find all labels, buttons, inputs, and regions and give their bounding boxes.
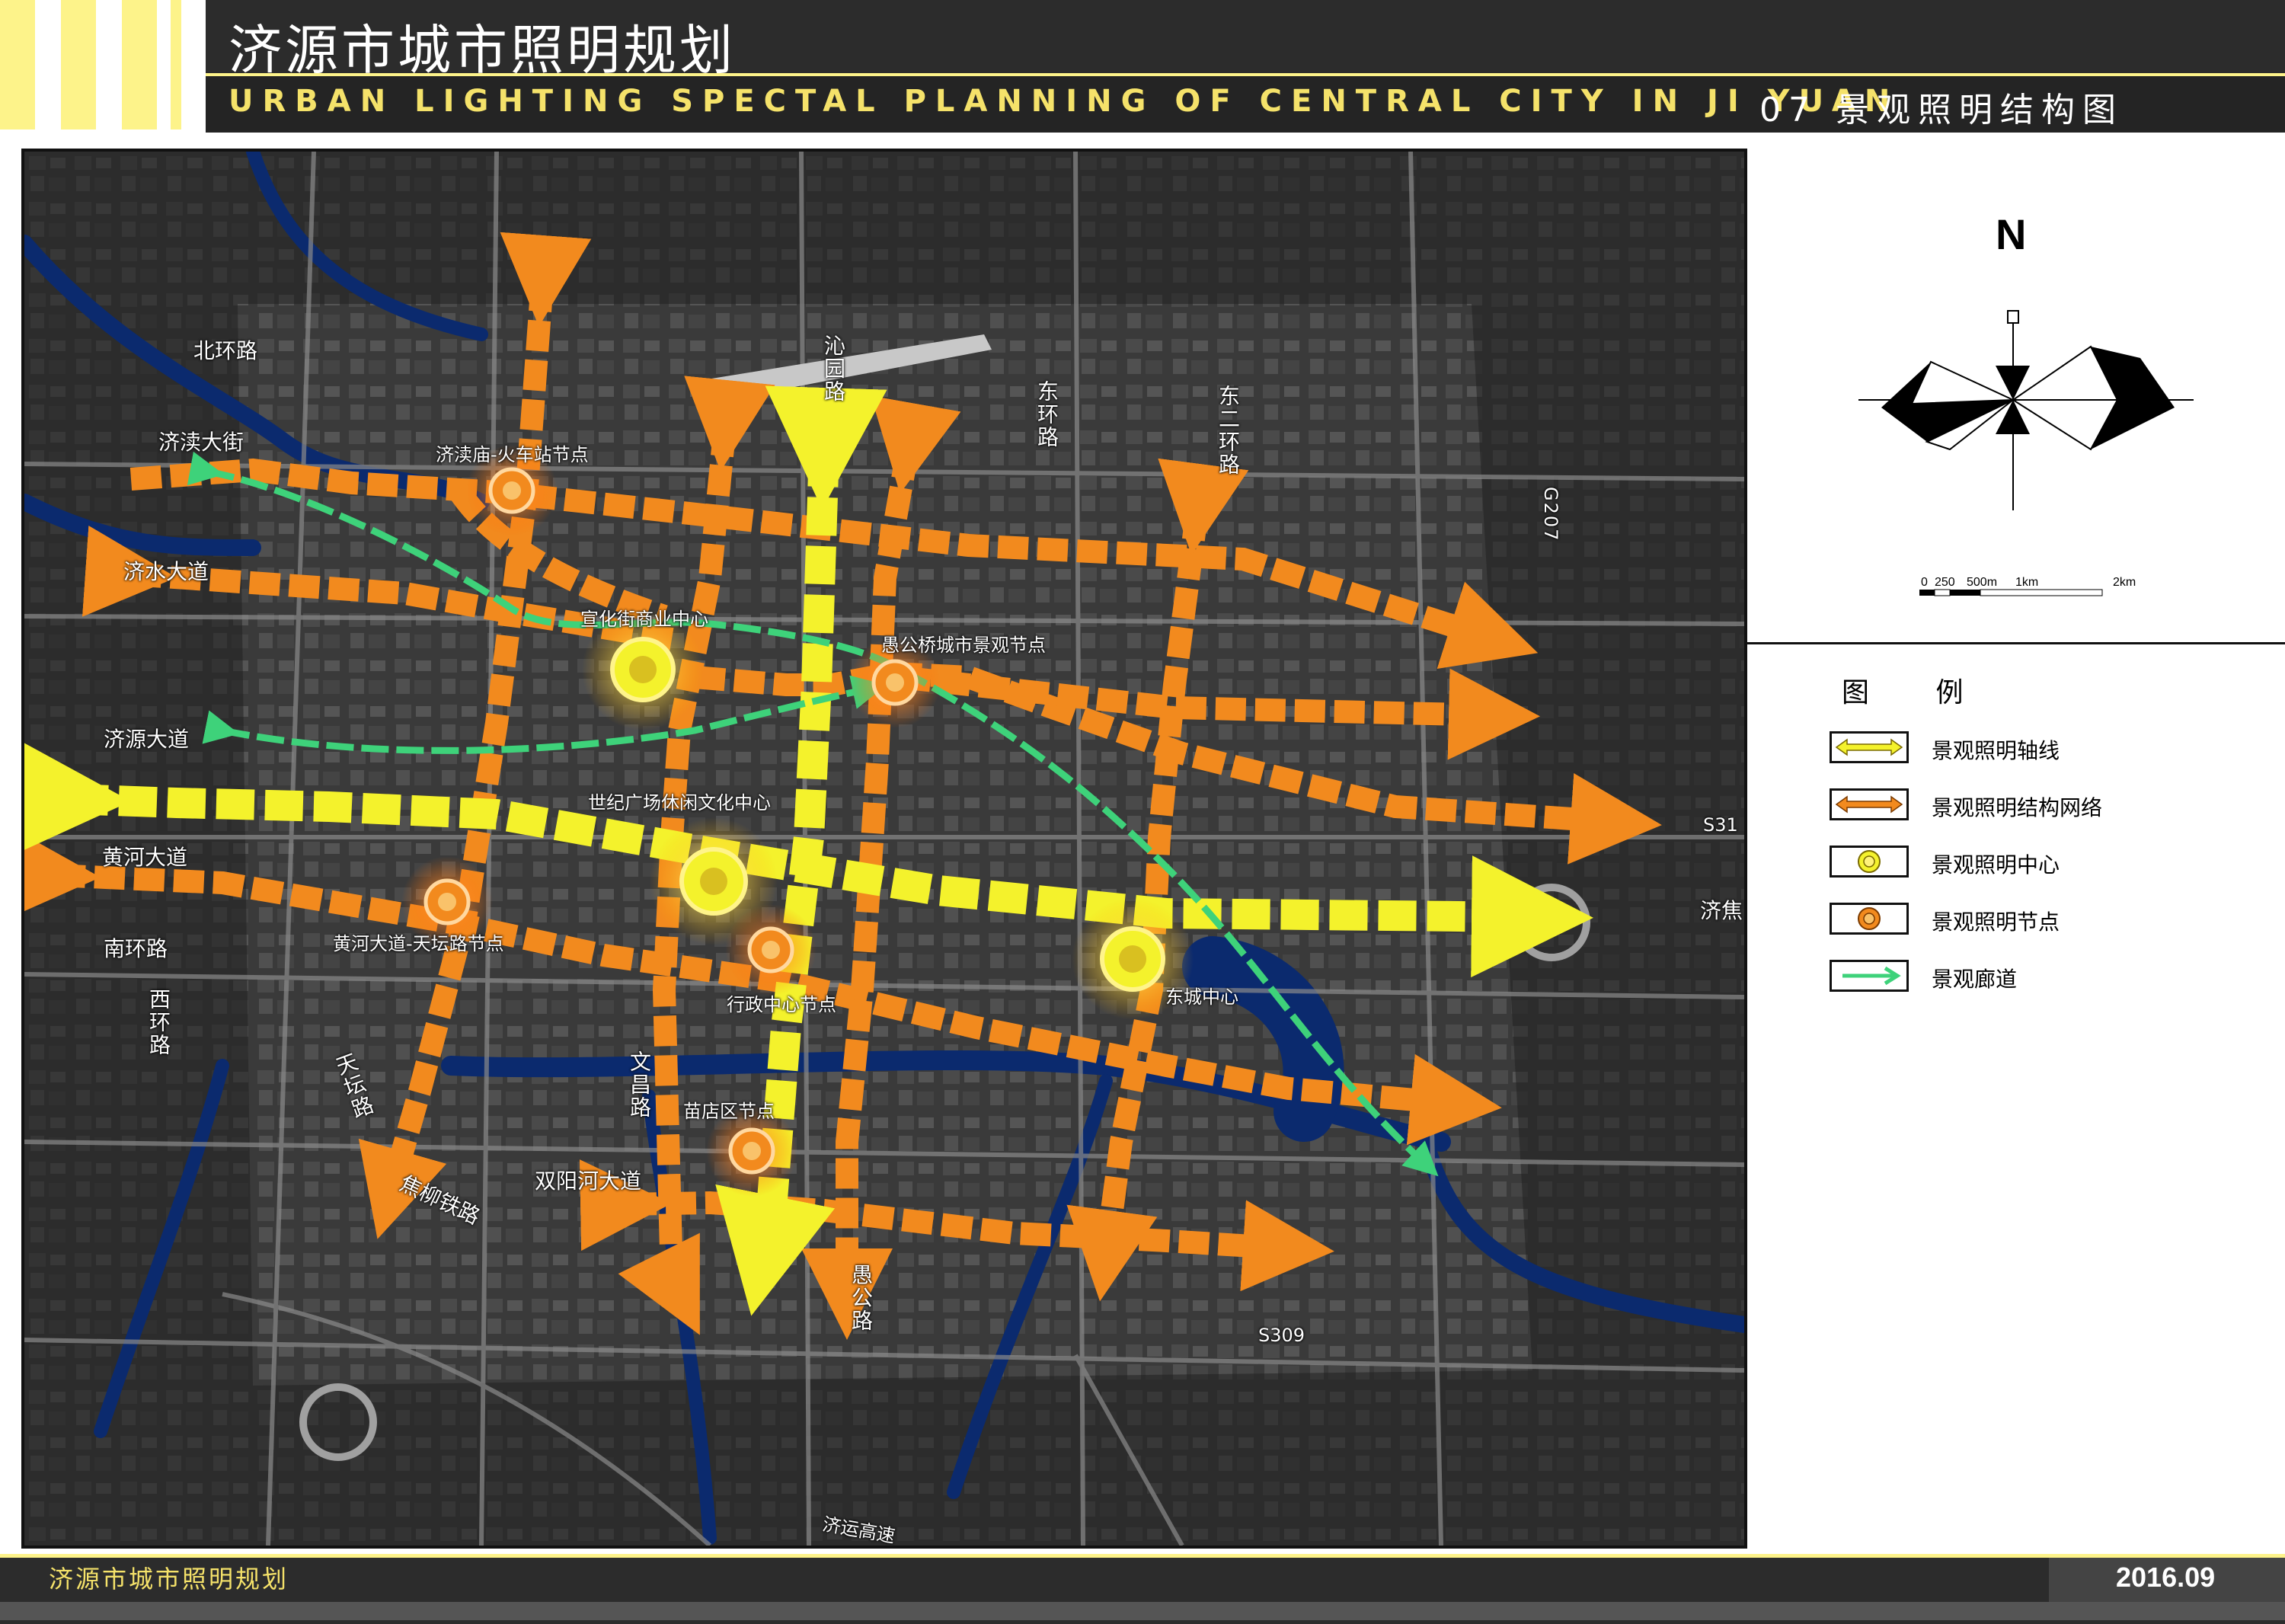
double-arrow-icon — [1835, 795, 1903, 814]
road-label: 西环路 — [146, 988, 171, 1057]
node-label: 行政中心节点 — [727, 994, 836, 1015]
scale-label: 2km — [2113, 576, 2136, 589]
road-label: 黄河大道 — [102, 845, 188, 870]
scale-label: 250 — [1935, 576, 1955, 589]
sheet-title: 07 景观照明结构图 — [1759, 91, 2124, 129]
header-stripe — [0, 0, 35, 129]
header-stripe — [61, 0, 96, 129]
legend-swatch — [1830, 788, 1909, 820]
corridor-arrow-icon — [1842, 966, 1901, 986]
road-label: 济渎大街 — [158, 430, 244, 455]
footer-date: 2016.09 — [2116, 1562, 2216, 1593]
double-arrow-icon — [1835, 738, 1903, 756]
road-label: 北环路 — [193, 338, 258, 363]
node-ring-icon — [1858, 907, 1881, 930]
node-label: 黄河大道-天坛路节点 — [333, 933, 504, 954]
node-label: 世纪广场休闲文化中心 — [588, 792, 771, 814]
road-label: 济焦 — [1700, 898, 1743, 923]
page-subtitle: URBAN LIGHTING SPECTAL PLANNING OF CENTR… — [228, 84, 1900, 119]
scale-label: 500m — [1967, 576, 1998, 589]
center-ring-icon — [1858, 850, 1881, 873]
road-label: 东环路 — [1034, 380, 1059, 449]
legend-label: 景观照明中心 — [1932, 852, 2060, 878]
legend-swatch — [1830, 731, 1909, 763]
footer-title: 济源市城市照明规划 — [49, 1565, 289, 1594]
legend-label: 景观廊道 — [1932, 967, 2018, 992]
north-label: N — [1996, 210, 2027, 258]
header-stripe — [171, 0, 181, 129]
page-title: 济源市城市照明规划 — [228, 19, 736, 82]
node-label: 宣化街商业中心 — [580, 609, 708, 630]
legend-label: 景观照明结构网络 — [1932, 795, 2103, 820]
road-label: 沁园路 — [821, 334, 846, 403]
node-label: 济渎庙-火车站节点 — [436, 444, 589, 465]
scale-label: 0 — [1921, 576, 1928, 589]
road-label: S31 — [1703, 814, 1738, 836]
legend-title: 图 例 — [1842, 677, 1993, 708]
road-label: 南环路 — [104, 936, 168, 961]
road-label: S309 — [1258, 1325, 1305, 1346]
node-label: 苗店区节点 — [683, 1101, 775, 1122]
compass-rose-icon — [1858, 310, 2194, 510]
legend-swatch — [1830, 903, 1909, 935]
road-label: G207 — [1540, 487, 1561, 542]
legend-label: 景观照明轴线 — [1932, 738, 2060, 763]
legend-divider — [1744, 642, 2285, 644]
road-label: 愚公路 — [848, 1264, 874, 1332]
legend-label: 景观照明节点 — [1932, 910, 2060, 935]
road-label: 文昌路 — [627, 1050, 652, 1119]
road-label: 济源大道 — [104, 727, 190, 752]
footer-bottom-strip — [0, 1602, 2285, 1620]
legend-swatch — [1830, 846, 1909, 878]
node-label: 愚公桥城市景观节点 — [881, 635, 1046, 656]
node-label: 东城中心 — [1165, 986, 1238, 1008]
road-label: 济水大道 — [123, 559, 209, 584]
road-label: 东二环路 — [1216, 385, 1241, 476]
legend-swatch — [1830, 960, 1909, 992]
road-label: 双阳河大道 — [535, 1168, 642, 1194]
map-view[interactable]: 北环路 济渎大街 济水大道 济源大道 黄河大道 南环路 西环路 天坛路 焦柳铁路… — [21, 149, 1747, 1549]
map-canvas — [24, 152, 1744, 1546]
scale-label: 1km — [2015, 576, 2039, 589]
header-stripe — [122, 0, 157, 129]
